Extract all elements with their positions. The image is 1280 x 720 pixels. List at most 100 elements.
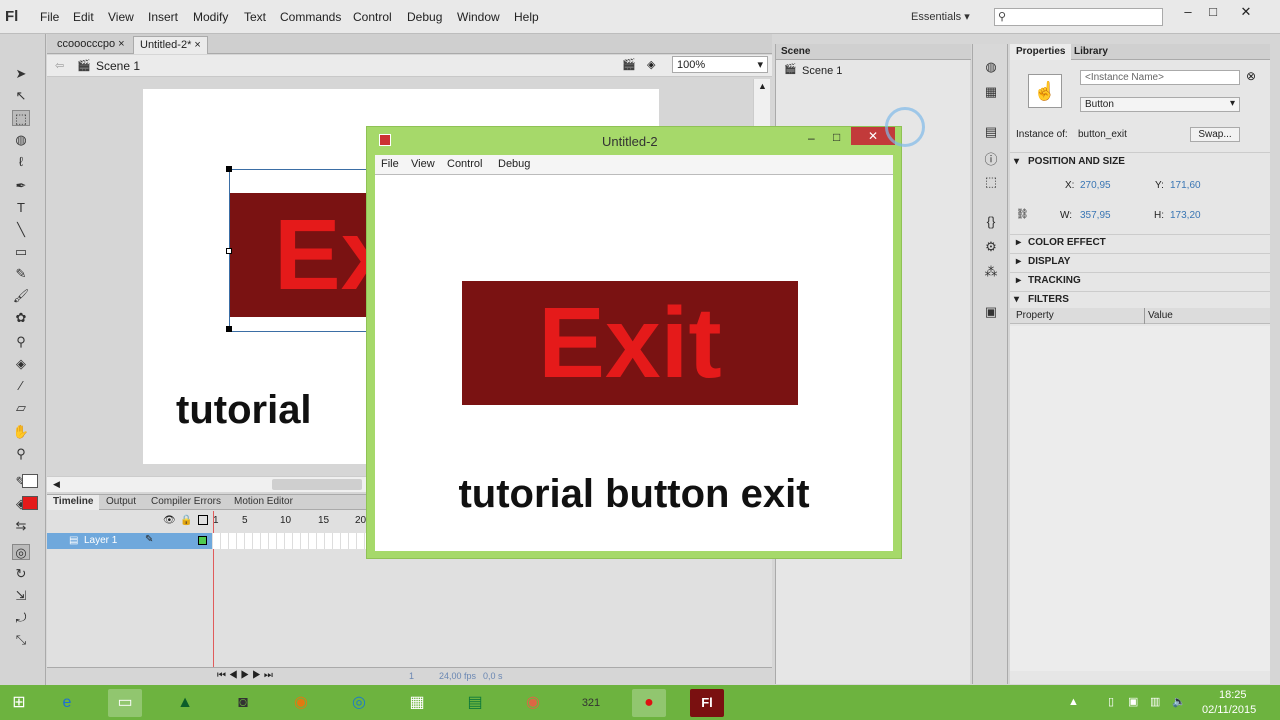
- scene-breadcrumb[interactable]: Scene 1: [96, 59, 140, 73]
- menu-view[interactable]: View: [108, 10, 134, 24]
- tab-compiler-errors[interactable]: Compiler Errors: [145, 495, 227, 510]
- firefox-icon[interactable]: ◉: [284, 689, 318, 717]
- windows-start-icon[interactable]: ⊞: [2, 689, 36, 717]
- menu-insert[interactable]: Insert: [148, 10, 178, 24]
- stage-caption[interactable]: tutorial: [176, 388, 312, 433]
- scene-item[interactable]: Scene 1: [802, 65, 842, 77]
- layer-name[interactable]: Layer 1: [84, 535, 117, 546]
- outline-icon[interactable]: [198, 515, 208, 525]
- hand-tool-icon[interactable]: ✋: [12, 424, 30, 440]
- swatches-panel-icon[interactable]: ▦: [982, 84, 1000, 100]
- scale-icon[interactable]: ⤡: [12, 632, 30, 648]
- menu-window[interactable]: Window: [457, 10, 500, 24]
- workspace-switcher[interactable]: Essentials ▾: [911, 10, 970, 23]
- close-icon[interactable]: ×: [194, 39, 200, 51]
- h-value[interactable]: 173,20: [1170, 210, 1201, 221]
- edit-symbols-icon[interactable]: ◈: [647, 58, 655, 71]
- transform-handle[interactable]: [226, 248, 232, 254]
- filters-header[interactable]: ▾ FILTERS: [1010, 291, 1270, 309]
- instance-name-input[interactable]: <Instance Name>: [1080, 70, 1240, 85]
- scroll-left-icon[interactable]: ◀: [53, 479, 60, 490]
- history-icon[interactable]: ▣: [982, 304, 1000, 320]
- close-icon[interactable]: ×: [118, 38, 124, 50]
- zoom-tool-icon[interactable]: ⚲: [12, 446, 30, 462]
- symbol-type-select[interactable]: Button ▾: [1080, 97, 1240, 112]
- lock-proportions-icon[interactable]: ⛓: [1016, 209, 1029, 220]
- tab-untitled-2[interactable]: Untitled-2* ×: [133, 36, 208, 54]
- camera-icon[interactable]: ◙: [226, 689, 260, 717]
- tab-library[interactable]: Library: [1074, 46, 1108, 57]
- back-arrow-icon[interactable]: ⇦: [55, 59, 64, 72]
- frames-row[interactable]: [213, 533, 373, 549]
- transform-panel-icon[interactable]: ⬚: [982, 174, 1000, 190]
- stroke-color-swatch[interactable]: [22, 474, 38, 488]
- layer-color-swatch[interactable]: [198, 536, 207, 545]
- lasso-tool-icon[interactable]: ℓ: [12, 154, 30, 170]
- bone-tool-icon[interactable]: ⚲: [12, 334, 30, 350]
- straighten-icon[interactable]: ⇲: [12, 588, 30, 604]
- color-panel-icon[interactable]: ◍: [982, 59, 1000, 75]
- search-input[interactable]: ⚲: [994, 8, 1163, 26]
- tab-output[interactable]: Output: [100, 495, 142, 510]
- motion-presets-icon[interactable]: ⁂: [982, 264, 1000, 280]
- battery-icon[interactable]: ▯: [1108, 695, 1114, 708]
- info-panel-icon[interactable]: ⓘ: [982, 149, 1000, 167]
- popup-menu-control[interactable]: Control: [447, 158, 482, 170]
- symbol-help-icon[interactable]: ⊗: [1246, 69, 1256, 83]
- swap-button[interactable]: Swap...: [1190, 127, 1240, 142]
- tab-timeline[interactable]: Timeline: [47, 495, 100, 510]
- zoom-select[interactable]: 100% ▾: [672, 56, 768, 73]
- transform-handle[interactable]: [226, 166, 232, 172]
- transform-handle[interactable]: [226, 326, 232, 332]
- rectangle-tool-icon[interactable]: ▭: [12, 244, 30, 260]
- popup-maximize-button[interactable]: □: [833, 130, 840, 144]
- tray-expand-icon[interactable]: ▲: [1068, 696, 1079, 708]
- pencil-tool-icon[interactable]: ✎: [12, 266, 30, 282]
- tab-motion-editor[interactable]: Motion Editor: [228, 495, 299, 510]
- subselection-tool-icon[interactable]: ↖: [12, 88, 30, 104]
- frame-rate[interactable]: 24,00 fps: [439, 671, 476, 681]
- app-green-icon[interactable]: ▲: [168, 689, 202, 717]
- edit-scene-icon[interactable]: 🎬: [622, 58, 636, 71]
- minimize-button[interactable]: –: [1175, 4, 1201, 22]
- file-explorer-icon[interactable]: ▭: [108, 689, 142, 717]
- tab-ccooocccpo[interactable]: ccooocccpo ×: [51, 36, 131, 54]
- tray-app-icon[interactable]: ▣: [1128, 695, 1138, 708]
- line-tool-icon[interactable]: ╲: [12, 222, 30, 238]
- selection-tool-icon[interactable]: ➤: [12, 66, 30, 82]
- fill-color-swatch[interactable]: [22, 496, 38, 510]
- chrome-icon[interactable]: ◉: [516, 689, 550, 717]
- swap-colors-icon[interactable]: ⇆: [12, 518, 30, 534]
- brush-tool-icon[interactable]: 🖌: [12, 288, 30, 304]
- filters-list[interactable]: [1010, 326, 1270, 671]
- app-ring-icon[interactable]: ◎: [342, 689, 376, 717]
- display-header[interactable]: ▸ DISPLAY: [1010, 253, 1270, 271]
- tracking-header[interactable]: ▸ TRACKING: [1010, 272, 1270, 290]
- apps-grid-icon[interactable]: ▦: [400, 689, 434, 717]
- ie-icon[interactable]: e: [50, 689, 84, 717]
- volume-icon[interactable]: 🔈: [1172, 695, 1186, 708]
- menu-file[interactable]: File: [40, 10, 59, 24]
- popup-menu-debug[interactable]: Debug: [498, 158, 530, 170]
- components-icon[interactable]: ⚙: [982, 239, 1000, 255]
- paint-bucket-tool-icon[interactable]: ◈: [12, 356, 30, 372]
- stage-exit-button[interactable]: Exit: [230, 193, 366, 317]
- menu-modify[interactable]: Modify: [193, 10, 228, 24]
- flash-icon[interactable]: Fl: [690, 689, 724, 717]
- x-value[interactable]: 270,95: [1080, 180, 1111, 191]
- popup-menu-file[interactable]: File: [381, 158, 399, 170]
- popup-exit-button[interactable]: Exit: [462, 281, 798, 405]
- clock-date[interactable]: 02/11/2015: [1202, 704, 1256, 716]
- code-snippets-icon[interactable]: {}: [982, 214, 1000, 230]
- rotate-icon[interactable]: ⤾: [12, 610, 30, 626]
- video-321-icon[interactable]: 321: [574, 689, 608, 717]
- menu-edit[interactable]: Edit: [73, 10, 94, 24]
- scrollbar-thumb[interactable]: [272, 479, 362, 490]
- menu-debug[interactable]: Debug: [407, 10, 442, 24]
- close-button[interactable]: ✕: [1233, 4, 1259, 22]
- tab-properties[interactable]: Properties: [1010, 44, 1072, 60]
- 3d-rotation-tool-icon[interactable]: ◍: [12, 132, 30, 148]
- menu-help[interactable]: Help: [514, 10, 539, 24]
- eyedropper-tool-icon[interactable]: ⁄: [12, 378, 30, 394]
- popup-menu-view[interactable]: View: [411, 158, 435, 170]
